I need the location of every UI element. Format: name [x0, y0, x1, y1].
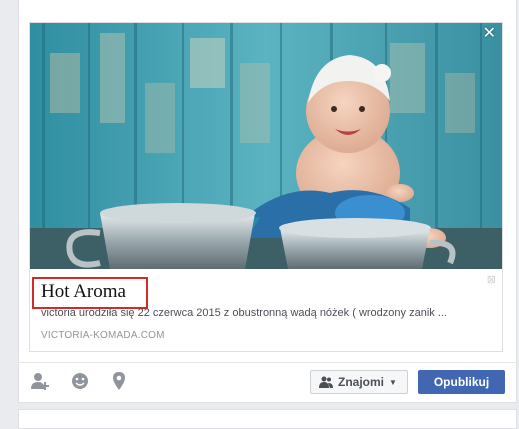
tag-friends-icon[interactable]	[29, 370, 51, 392]
publish-button[interactable]: Opublikuj	[418, 370, 505, 394]
link-preview-card[interactable]: ✕ ⊠ Hot Aroma victoria urodziła się 22 c…	[29, 22, 503, 352]
preview-image[interactable]: ✕	[30, 23, 502, 269]
chevron-down-icon: ▼	[389, 377, 397, 387]
link-description: victoria urodziła się 22 czerwca 2015 z …	[41, 307, 447, 319]
close-icon[interactable]: ✕	[483, 26, 496, 42]
friends-icon	[319, 376, 333, 388]
link-domain: VICTORIA-KOMADA.COM	[41, 330, 165, 341]
remove-preview-icon[interactable]: ⊠	[487, 273, 496, 286]
link-title[interactable]: Hot Aroma	[41, 281, 126, 303]
feeling-icon[interactable]	[69, 370, 91, 392]
composer-divider	[18, 362, 517, 363]
location-icon[interactable]	[108, 370, 130, 392]
next-feed-card	[18, 409, 517, 429]
audience-label: Znajomi	[338, 375, 385, 389]
audience-selector-button[interactable]: Znajomi ▼	[310, 370, 408, 394]
